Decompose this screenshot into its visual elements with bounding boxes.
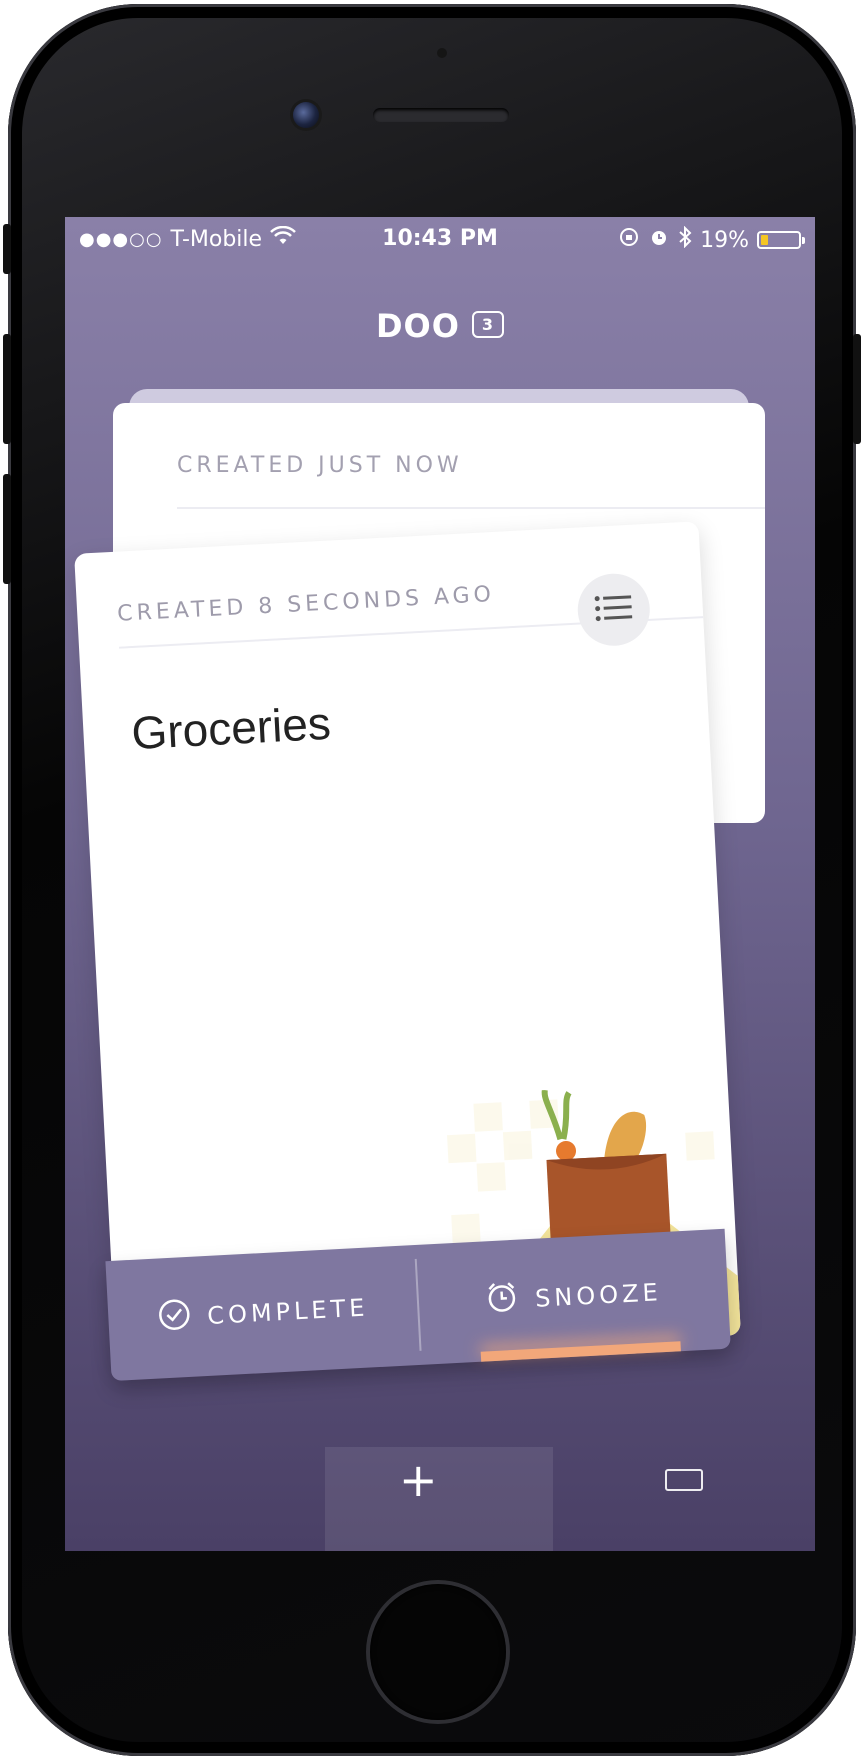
alarm-icon	[648, 226, 670, 254]
volume-up-button	[3, 334, 11, 444]
check-circle-icon	[156, 1297, 192, 1339]
checklist-button[interactable]	[575, 571, 652, 648]
home-button[interactable]	[370, 1584, 506, 1720]
battery-icon	[757, 231, 805, 249]
volume-down-button	[3, 474, 11, 584]
earpiece-speaker	[373, 108, 509, 122]
task-title: Groceries	[130, 696, 333, 760]
front-camera	[293, 102, 319, 128]
divider	[177, 507, 765, 509]
complete-label: COMPLETE	[206, 1293, 370, 1330]
status-bar: ●●●○○ T-Mobile 10:43 PM 19%	[65, 217, 815, 257]
list-icon	[593, 592, 635, 628]
complete-button[interactable]: COMPLETE	[105, 1245, 420, 1381]
rotation-lock-icon	[618, 226, 640, 254]
app-title: DOO	[375, 307, 460, 345]
tab-bar: +	[65, 1447, 815, 1551]
app-screen: ●●●○○ T-Mobile 10:43 PM 19% DOO 3 CREATE…	[65, 217, 815, 1551]
snooze-label: SNOOZE	[534, 1278, 663, 1313]
alarm-clock-icon	[484, 1280, 520, 1322]
snooze-highlight	[480, 1341, 681, 1362]
power-button	[853, 334, 861, 444]
battery-fill	[761, 235, 768, 245]
task-count-badge: 3	[471, 310, 505, 338]
mute-switch	[3, 224, 11, 274]
plus-icon: +	[399, 1453, 438, 1507]
tab-cards[interactable]	[665, 1469, 703, 1491]
proximity-sensor	[437, 48, 447, 58]
snooze-button[interactable]: SNOOZE	[416, 1229, 731, 1365]
phone-frame: ●●●○○ T-Mobile 10:43 PM 19% DOO 3 CREATE…	[3, 4, 861, 1756]
bluetooth-icon	[678, 225, 692, 254]
card-created-label: CREATED JUST NOW	[177, 453, 463, 478]
card-created-label: CREATED 8 SECONDS AGO	[116, 581, 496, 627]
battery-percentage: 19%	[700, 227, 749, 253]
tab-add[interactable]	[325, 1447, 553, 1551]
app-header: DOO 3	[65, 307, 815, 345]
